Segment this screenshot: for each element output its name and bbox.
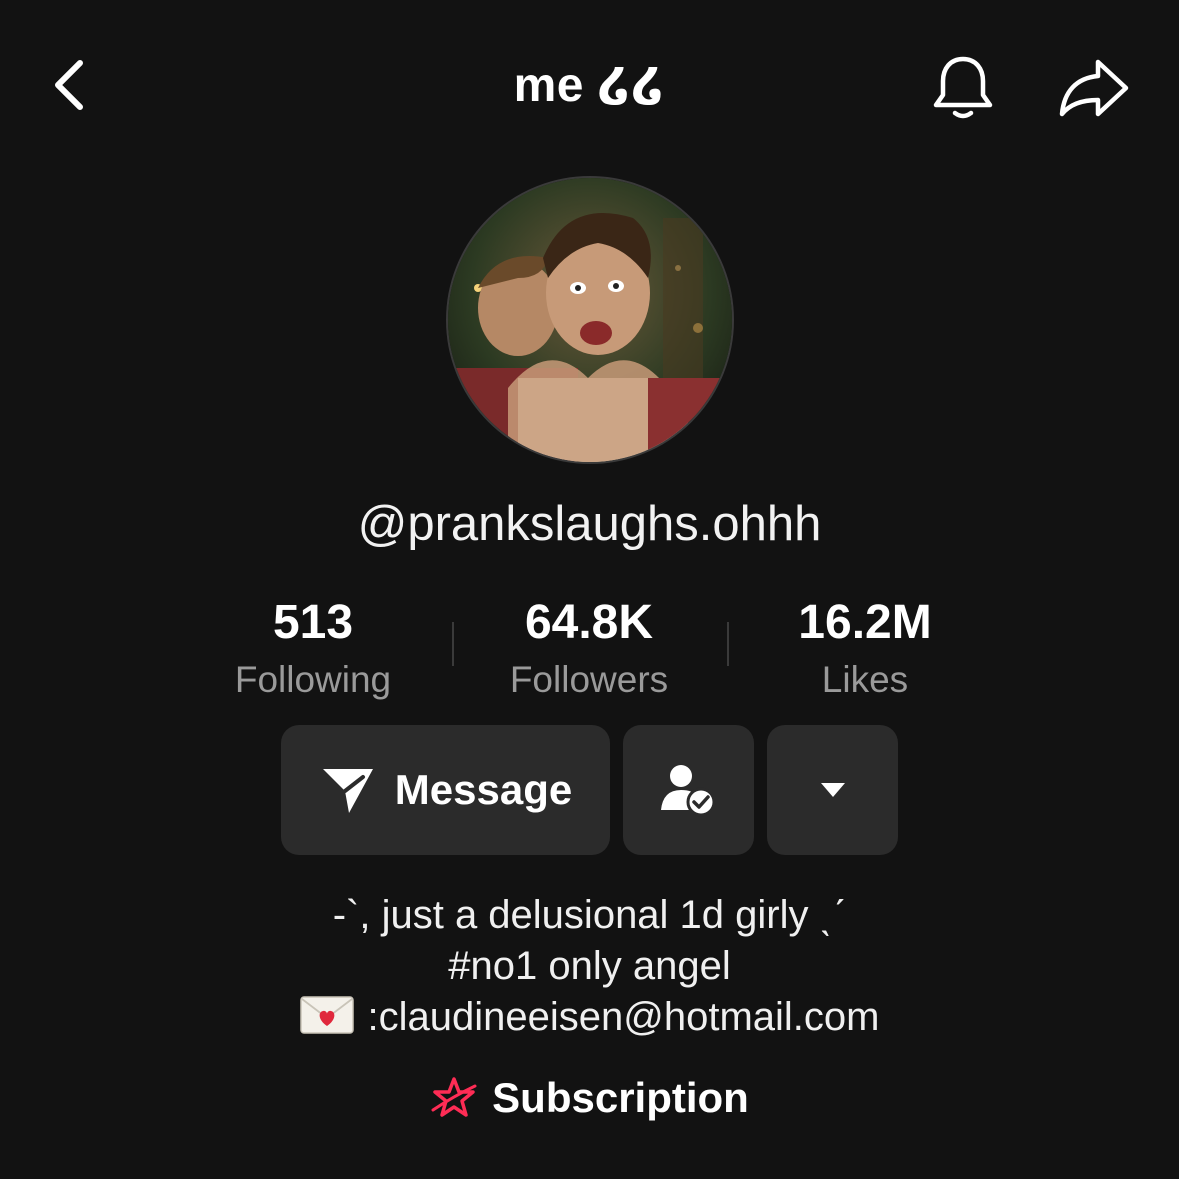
bell-icon xyxy=(933,56,993,119)
following-count: 513 xyxy=(272,596,354,649)
share-button[interactable] xyxy=(1052,50,1136,126)
message-label: Message xyxy=(394,766,573,813)
followers-count: 64.8K xyxy=(524,596,654,649)
stat-likes[interactable]: 16.2M Likes xyxy=(735,592,995,706)
profile-stats: 513 Following 64.8K Followers 16.2M Like… xyxy=(0,592,1179,712)
stat-divider xyxy=(452,622,454,666)
following-label: Following xyxy=(234,659,392,700)
username: @prankslaughs.ohhh xyxy=(357,497,822,551)
stat-divider xyxy=(727,622,729,666)
bio-line-1: -`, just a delusional 1d girly ˎˊ xyxy=(332,893,847,937)
message-button[interactable]: Message xyxy=(281,725,610,855)
user-check-icon xyxy=(660,765,715,817)
star-subscription-icon xyxy=(431,1077,477,1117)
avatar[interactable] xyxy=(446,176,734,464)
page-title: me ໒໒ xyxy=(513,59,666,112)
following-status-button[interactable] xyxy=(623,725,754,855)
notification-bell-button[interactable] xyxy=(925,48,1001,128)
top-bar: me ໒໒ xyxy=(0,0,1179,170)
bio-line-3: :claudineeisen@hotmail.com xyxy=(0,992,1179,1043)
share-arrow-icon xyxy=(1059,59,1129,117)
profile-actions: Message xyxy=(0,725,1179,857)
likes-count: 16.2M xyxy=(798,596,932,649)
followers-label: Followers xyxy=(509,659,669,700)
subscription-label: Subscription xyxy=(492,1074,749,1121)
avatar-photo xyxy=(448,178,732,462)
send-icon xyxy=(322,769,373,813)
stat-followers[interactable]: 64.8K Followers xyxy=(459,592,719,706)
more-options-button[interactable] xyxy=(767,725,898,855)
caret-down-icon xyxy=(820,783,845,797)
bio-email[interactable]: :claudineeisen@hotmail.com xyxy=(368,995,880,1039)
bio: -`, just a delusional 1d girly ˎˊ #no1 o… xyxy=(0,890,1179,1043)
love-letter-icon xyxy=(299,996,354,1035)
likes-label: Likes xyxy=(821,659,909,700)
bio-line-2: #no1 only angel xyxy=(448,944,731,988)
stat-following[interactable]: 513 Following xyxy=(183,592,443,706)
subscription-link[interactable]: Subscription xyxy=(0,1068,1179,1128)
